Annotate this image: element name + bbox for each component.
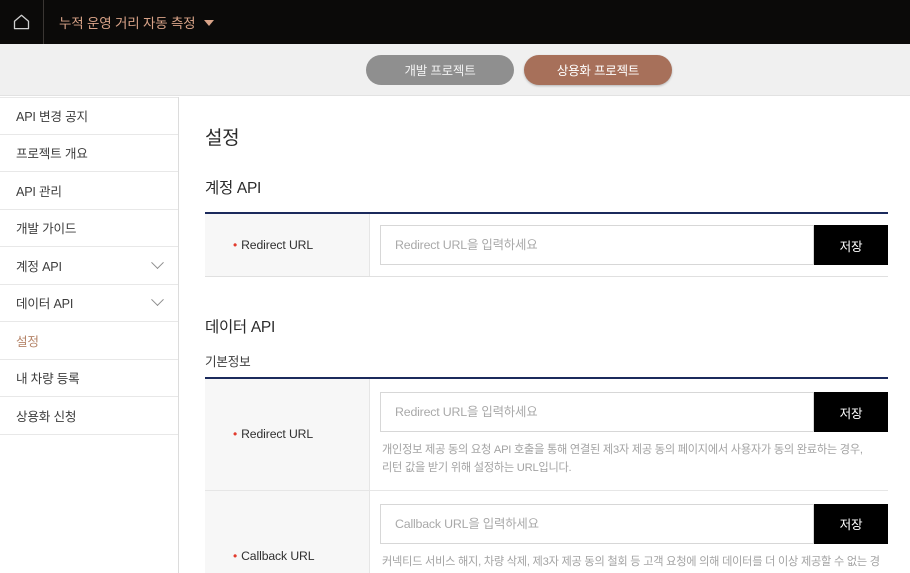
sidebar-item-label: 내 차량 등록 [16,372,80,387]
sidebar-item-label: API 변경 공지 [16,110,88,125]
data-api-form-table: • Redirect URL 저장 개인정보 제공 동의 요청 API 호출을 … [205,377,888,573]
account-redirect-url-input[interactable] [380,225,814,265]
field-label: Redirect URL [241,238,314,252]
sidebar-item-project-overview[interactable]: 프로젝트 개요 [0,134,178,172]
sidebar-item-api-notice[interactable]: API 변경 공지 [0,97,178,135]
home-icon [13,14,30,30]
project-name: 누적 운영 거리 자동 측정 [59,16,196,31]
section-title-account-api: 계정 API [205,180,262,197]
table-row: • Redirect URL 저장 [205,214,888,276]
project-tab-strip: 개발 프로젝트 상용화 프로젝트 [0,44,910,96]
account-api-form-table: • Redirect URL 저장 [205,212,888,277]
sidebar-item-label: API 관리 [16,184,62,199]
main-content: 설정 계정 API • Redirect URL 저장 데이터 API 기본정보 [179,97,910,573]
table-row: • Redirect URL 저장 개인정보 제공 동의 요청 API 호출을 … [205,379,888,491]
sidebar-item-label: 계정 API [16,259,62,274]
top-bar: 누적 운영 거리 자동 측정 [0,0,910,44]
section-title-data-api: 데이터 API [205,319,275,336]
sidebar-item-commercialization-request[interactable]: 상용화 신청 [0,397,178,435]
field-input-cell: 저장 개인정보 제공 동의 요청 API 호출을 통해 연결된 제3자 제공 동… [370,379,888,490]
sidebar-item-label: 설정 [16,334,39,349]
sidebar: API 변경 공지 프로젝트 개요 API 관리 개발 가이드 계정 API 데… [0,97,179,573]
sidebar-item-dev-guide[interactable]: 개발 가이드 [0,209,178,247]
field-description: 커넥티드 서비스 해지, 차량 삭제, 제3자 제공 동의 철회 등 고객 요청… [382,555,880,568]
required-marker: • [233,548,238,563]
sidebar-item-api-management[interactable]: API 관리 [0,172,178,210]
sidebar-item-label: 개발 가이드 [16,222,77,237]
field-label: Redirect URL [241,427,314,442]
data-redirect-url-input[interactable] [380,392,814,432]
chevron-down-icon [151,293,164,307]
sidebar-item-label: 데이터 API [16,297,74,312]
field-input-cell: 저장 커넥티드 서비스 해지, 차량 삭제, 제3자 제공 동의 철회 등 고객… [370,491,888,573]
field-input-cell: 저장 [370,214,888,276]
body: API 변경 공지 프로젝트 개요 API 관리 개발 가이드 계정 API 데… [0,97,910,573]
field-label-cell: • Redirect URL [205,214,370,276]
page-title: 설정 [205,128,240,149]
sidebar-item-account-api[interactable]: 계정 API [0,247,178,285]
project-selector[interactable]: 누적 운영 거리 자동 측정 [44,12,215,32]
field-description: 개인정보 제공 동의 요청 API 호출을 통해 연결된 제3자 제공 동의 페… [382,444,863,475]
data-redirect-url-save-button[interactable]: 저장 [814,392,888,432]
sidebar-item-label: 프로젝트 개요 [16,147,88,162]
sidebar-item-my-vehicle-registration[interactable]: 내 차량 등록 [0,359,178,397]
sidebar-item-label: 상용화 신청 [16,409,77,424]
sidebar-item-data-api[interactable]: 데이터 API [0,284,178,322]
field-label-cell: • Callback URL [205,490,370,573]
chevron-down-icon [151,256,164,269]
required-marker: • [233,238,238,252]
tab-commercial-project[interactable]: 상용화 프로젝트 [524,54,672,85]
field-label: Callback URL [241,548,315,563]
account-redirect-url-save-button[interactable]: 저장 [814,225,888,265]
caret-down-icon [204,20,215,26]
data-callback-url-input[interactable] [380,503,814,544]
home-button[interactable] [0,0,44,44]
data-callback-url-save-button[interactable]: 저장 [814,503,888,544]
field-label-cell: • Redirect URL [205,379,370,490]
table-row: • Callback URL 저장 커넥티드 서비스 해지, 차량 삭제, 제3… [205,490,888,573]
tab-dev-project[interactable]: 개발 프로젝트 [366,54,514,85]
required-marker: • [233,427,238,442]
sidebar-item-settings[interactable]: 설정 [0,322,178,360]
subsection-title-basic-info: 기본정보 [205,355,251,369]
